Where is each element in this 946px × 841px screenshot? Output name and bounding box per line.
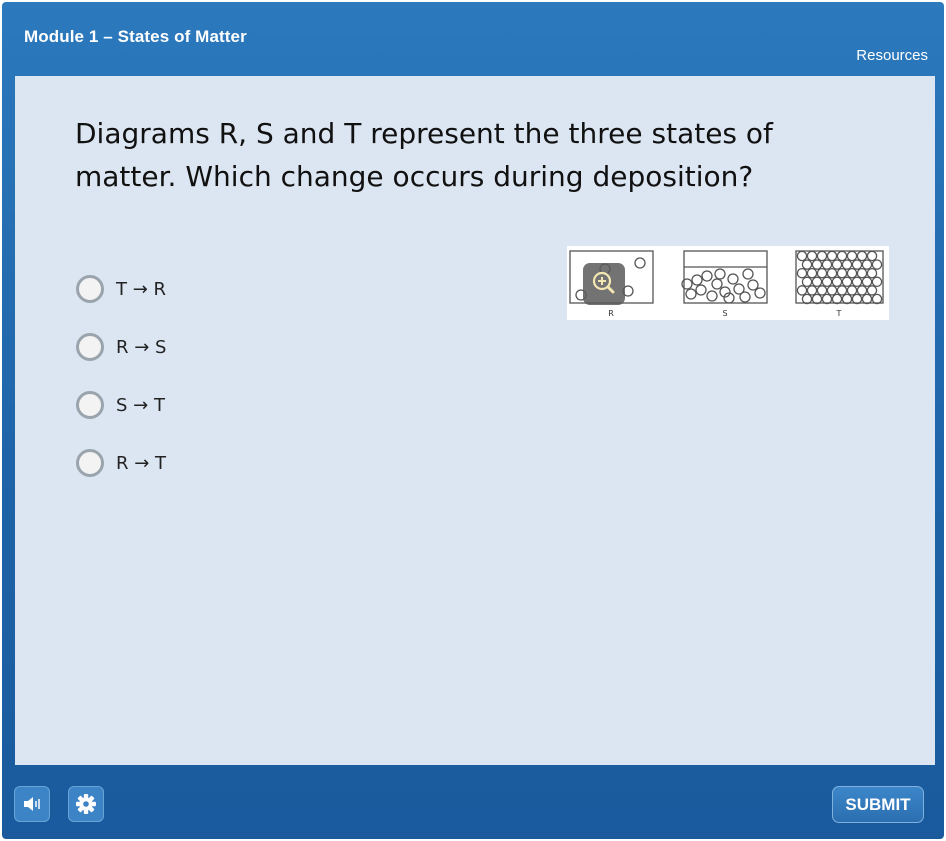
particle: [851, 276, 863, 288]
particle: [816, 267, 828, 279]
particle: [742, 268, 754, 280]
particle: [811, 259, 823, 270]
answer-options: T → R R → S S → T R → T: [76, 260, 166, 492]
particle: [816, 250, 828, 262]
particle: [801, 293, 813, 305]
particle: [796, 285, 808, 296]
app-window: Module 1 – States of Matter Resources Di…: [2, 2, 944, 839]
particle: [685, 288, 697, 300]
particle: [821, 293, 833, 305]
particle: [691, 274, 703, 286]
particle: [796, 267, 808, 279]
particle: [866, 285, 878, 296]
particle: [846, 250, 858, 262]
particle: [866, 250, 878, 262]
answer-option-4[interactable]: R → T: [76, 434, 166, 492]
particle: [754, 287, 766, 299]
particle: [811, 276, 823, 288]
particle: [856, 267, 868, 279]
diagram-label-r: R: [608, 309, 614, 318]
particle: [706, 290, 718, 302]
diagram-label-s: S: [722, 309, 727, 318]
particle: [856, 285, 868, 296]
particle: [831, 293, 843, 305]
question-text: Diagrams R, S and T represent the three …: [75, 117, 773, 193]
particle: [634, 257, 646, 269]
particle: [806, 267, 818, 279]
diagram-label-t: T: [836, 309, 842, 318]
radio-button[interactable]: [76, 391, 104, 419]
question-panel: Diagrams R, S and T represent the three …: [15, 76, 935, 765]
particle: [714, 268, 726, 280]
particle: [836, 250, 848, 262]
particle: [861, 259, 873, 270]
settings-button[interactable]: [68, 786, 104, 822]
particle: [846, 267, 858, 279]
answer-option-label: T → R: [116, 278, 167, 300]
particle: [841, 259, 853, 270]
particle: [747, 279, 759, 291]
radio-button[interactable]: [76, 449, 104, 477]
particle: [806, 250, 818, 262]
particle: [871, 293, 883, 305]
audio-button[interactable]: [14, 786, 50, 822]
resources-link[interactable]: Resources: [856, 47, 928, 64]
submit-button[interactable]: SUBMIT: [832, 786, 924, 823]
particle: [841, 276, 853, 288]
particle: [836, 285, 848, 296]
zoom-button[interactable]: [583, 263, 625, 305]
answer-option-1[interactable]: T → R: [76, 260, 166, 318]
particle: [826, 250, 838, 262]
particle: [846, 285, 858, 296]
particle: [821, 276, 833, 288]
particle: [801, 259, 813, 270]
particle: [871, 259, 883, 270]
particle: [861, 293, 873, 305]
liquid-particles: [681, 268, 766, 304]
states-of-matter-diagram[interactable]: R S T: [567, 246, 889, 320]
particle: [816, 285, 828, 296]
answer-option-label: R → S: [116, 336, 167, 358]
particle: [841, 293, 853, 305]
particle: [796, 250, 808, 262]
module-title: Module 1 – States of Matter: [24, 27, 247, 46]
particle: [831, 259, 843, 270]
particle: [871, 276, 883, 288]
radio-button[interactable]: [76, 333, 104, 361]
particle: [851, 293, 863, 305]
particle: [695, 284, 707, 296]
particle: [739, 291, 751, 303]
particle: [821, 259, 833, 270]
particle: [831, 276, 843, 288]
particle: [811, 293, 823, 305]
particle: [836, 267, 848, 279]
answer-option-label: R → T: [116, 452, 167, 474]
particle: [866, 267, 878, 279]
particle: [826, 285, 838, 296]
answer-option-label: S → T: [116, 394, 165, 416]
particle: [727, 273, 739, 285]
particle: [826, 267, 838, 279]
gear-icon: [76, 794, 96, 814]
solid-particles: [796, 250, 883, 305]
speaker-icon: [24, 797, 40, 811]
answer-option-3[interactable]: S → T: [76, 376, 166, 434]
answer-option-2[interactable]: R → S: [76, 318, 166, 376]
particle: [856, 250, 868, 262]
particle: [711, 278, 723, 290]
particle: [861, 276, 873, 288]
particle: [806, 285, 818, 296]
particle: [701, 270, 713, 282]
zoom-in-icon: [592, 271, 615, 294]
radio-button[interactable]: [76, 275, 104, 303]
particle: [851, 259, 863, 270]
particle: [801, 276, 813, 288]
